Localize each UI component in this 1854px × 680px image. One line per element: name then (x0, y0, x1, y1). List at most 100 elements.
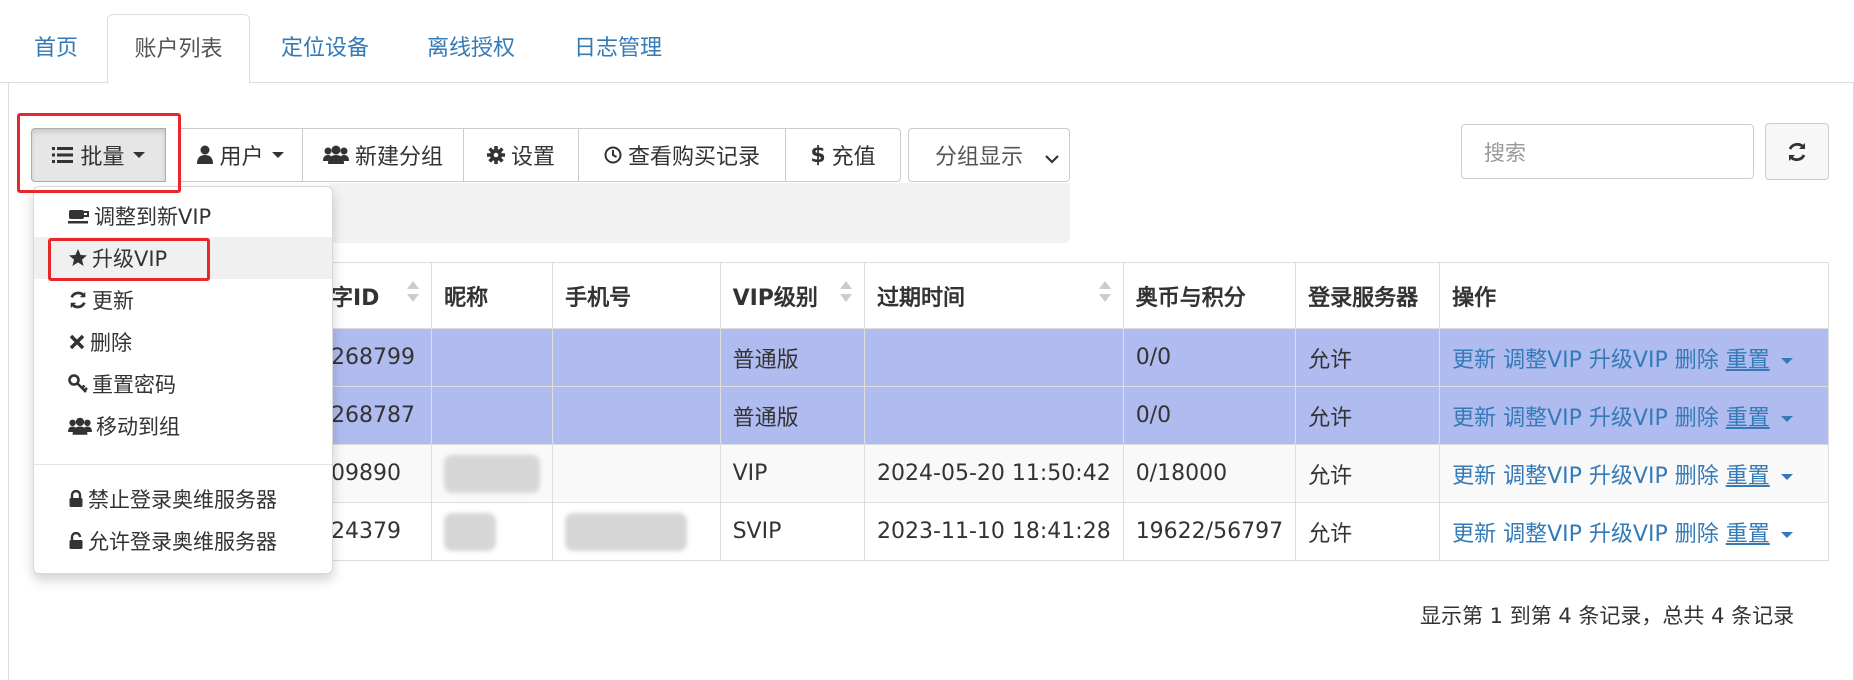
cell-vip: 普通版 (719, 328, 866, 387)
new-group-button[interactable]: 新建分组 (302, 128, 464, 182)
tab-offline-authorization[interactable]: 离线授权 (410, 14, 532, 84)
accounts-table: 字ID 昵称 手机号 VIP级别 过期时间 奥币与积分 登录服务器 操作 268… (317, 262, 1829, 561)
batch-label: 批量 (80, 145, 125, 170)
table-row[interactable]: 268787 普通版 0/0 允许 更新 调整VIP 升级VIP 删除 重置 (317, 386, 1829, 445)
reset-dropdown-link[interactable]: 重置 (1726, 522, 1770, 547)
column-header-vip-level[interactable]: VIP级别 (719, 262, 866, 329)
tab-home[interactable]: 首页 (14, 14, 98, 84)
settings-label: 设置 (510, 145, 555, 170)
redacted-nickname (444, 454, 541, 493)
cell-coins: 0/0 (1122, 328, 1297, 387)
update-link[interactable]: 更新 (1452, 464, 1496, 489)
cell-phone (552, 386, 721, 445)
cell-actions: 更新 调整VIP 升级VIP 删除 重置 (1439, 386, 1829, 445)
menu-item-block-login[interactable]: 禁止登录奥维服务器 (34, 478, 332, 520)
delete-link[interactable]: 删除 (1675, 464, 1719, 489)
recharge-label: 充值 (831, 145, 876, 170)
update-link[interactable]: 更新 (1452, 522, 1496, 547)
table-row[interactable]: 09890 VIP 2024-05-20 11:50:42 0/18000 允许… (317, 444, 1829, 503)
adjust-vip-link[interactable]: 调整VIP (1503, 406, 1582, 431)
menu-item-allow-login[interactable]: 允许登录奥维服务器 (34, 520, 332, 562)
dollar-icon: $ (810, 142, 826, 168)
group-display-select[interactable]: 分组显示 (908, 128, 1070, 182)
cell-expire: 2023-11-10 18:41:28 (864, 502, 1124, 561)
cell-nickname (431, 502, 554, 561)
reset-dropdown-link[interactable]: 重置 (1726, 406, 1770, 431)
column-header-login-server: 登录服务器 (1295, 262, 1441, 329)
cell-expire (864, 386, 1124, 445)
adjust-vip-link[interactable]: 调整VIP (1503, 522, 1582, 547)
cell-nickname (431, 386, 554, 445)
cell-phone (552, 502, 721, 561)
settings-button[interactable]: 设置 (463, 128, 579, 182)
search-placeholder: 搜索 (1484, 140, 1526, 165)
group-bar (330, 183, 1070, 243)
chevron-down-icon (1045, 147, 1059, 172)
chevron-down-icon[interactable] (1780, 357, 1793, 364)
star-icon (68, 248, 88, 268)
search-input[interactable]: 搜索 (1461, 124, 1754, 179)
batch-dropdown-button[interactable]: 批量 (31, 128, 166, 182)
cell-nickname (431, 328, 554, 387)
table-row[interactable]: 24379 SVIP 2023-11-10 18:41:28 19622/567… (317, 502, 1829, 561)
upgrade-vip-link[interactable]: 升级VIP (1589, 348, 1668, 373)
menu-item-delete[interactable]: 删除 (34, 321, 332, 363)
delete-link[interactable]: 删除 (1675, 406, 1719, 431)
table-header: 字ID 昵称 手机号 VIP级别 过期时间 奥币与积分 登录服务器 操作 (317, 262, 1829, 329)
sort-icon (840, 281, 853, 302)
delete-link[interactable]: 删除 (1675, 348, 1719, 373)
menu-item-reset-password[interactable]: 重置密码 (34, 363, 332, 405)
tab-account-list[interactable]: 账户列表 (107, 14, 250, 84)
cell-id: 268799 (317, 328, 433, 387)
clock-icon (604, 146, 622, 164)
chevron-down-icon (132, 152, 145, 158)
cell-phone (552, 328, 721, 387)
redacted-nickname (444, 512, 497, 551)
lock-icon (68, 490, 84, 508)
coffee-icon (68, 207, 90, 225)
update-link[interactable]: 更新 (1452, 406, 1496, 431)
upgrade-vip-link[interactable]: 升级VIP (1589, 406, 1668, 431)
menu-item-upgrade-vip[interactable]: 升级VIP (34, 237, 332, 279)
view-purchase-records-button[interactable]: 查看购买记录 (578, 128, 786, 182)
table-row[interactable]: 268799 普通版 0/0 允许 更新 调整VIP 升级VIP 删除 重置 (317, 328, 1829, 387)
menu-item-adjust-to-new-vip[interactable]: 调整到新VIP (34, 195, 332, 237)
cell-login: 允许 (1295, 444, 1441, 503)
menu-item-move-to-group[interactable]: 移动到组 (34, 405, 332, 447)
purchase-records-label: 查看购买记录 (627, 145, 760, 170)
cell-phone (552, 444, 721, 503)
adjust-vip-link[interactable]: 调整VIP (1503, 464, 1582, 489)
chevron-down-icon[interactable] (1780, 473, 1793, 480)
menu-item-update[interactable]: 更新 (34, 279, 332, 321)
delete-link[interactable]: 删除 (1675, 522, 1719, 547)
refresh-icon (68, 290, 88, 310)
tab-log-management[interactable]: 日志管理 (557, 14, 679, 84)
cell-vip: VIP (719, 444, 866, 503)
column-header-expire-time[interactable]: 过期时间 (864, 262, 1124, 329)
tab-positioning-devices[interactable]: 定位设备 (264, 14, 386, 84)
user-dropdown-button[interactable]: 用户 (178, 128, 303, 182)
upgrade-vip-link[interactable]: 升级VIP (1589, 464, 1668, 489)
cell-coins: 0/0 (1122, 386, 1297, 445)
reset-dropdown-link[interactable]: 重置 (1726, 464, 1770, 489)
chevron-down-icon[interactable] (1780, 415, 1793, 422)
recharge-button[interactable]: $ 充值 (785, 128, 901, 182)
upgrade-vip-link[interactable]: 升级VIP (1589, 522, 1668, 547)
redacted-phone (565, 512, 688, 551)
cell-login: 允许 (1295, 386, 1441, 445)
cell-login: 允许 (1295, 502, 1441, 561)
reset-dropdown-link[interactable]: 重置 (1726, 348, 1770, 373)
column-header-actions: 操作 (1439, 262, 1829, 329)
cell-id: 268787 (317, 386, 433, 445)
list-icon (52, 146, 74, 164)
users-icon (68, 417, 92, 436)
user-label: 用户 (219, 145, 264, 170)
cell-id: 09890 (317, 444, 433, 503)
chevron-down-icon[interactable] (1780, 531, 1793, 538)
refresh-button[interactable] (1765, 123, 1829, 180)
cell-expire: 2024-05-20 11:50:42 (864, 444, 1124, 503)
column-header-id[interactable]: 字ID (317, 262, 433, 329)
adjust-vip-link[interactable]: 调整VIP (1503, 348, 1582, 373)
update-link[interactable]: 更新 (1452, 348, 1496, 373)
menu-divider (34, 464, 332, 465)
